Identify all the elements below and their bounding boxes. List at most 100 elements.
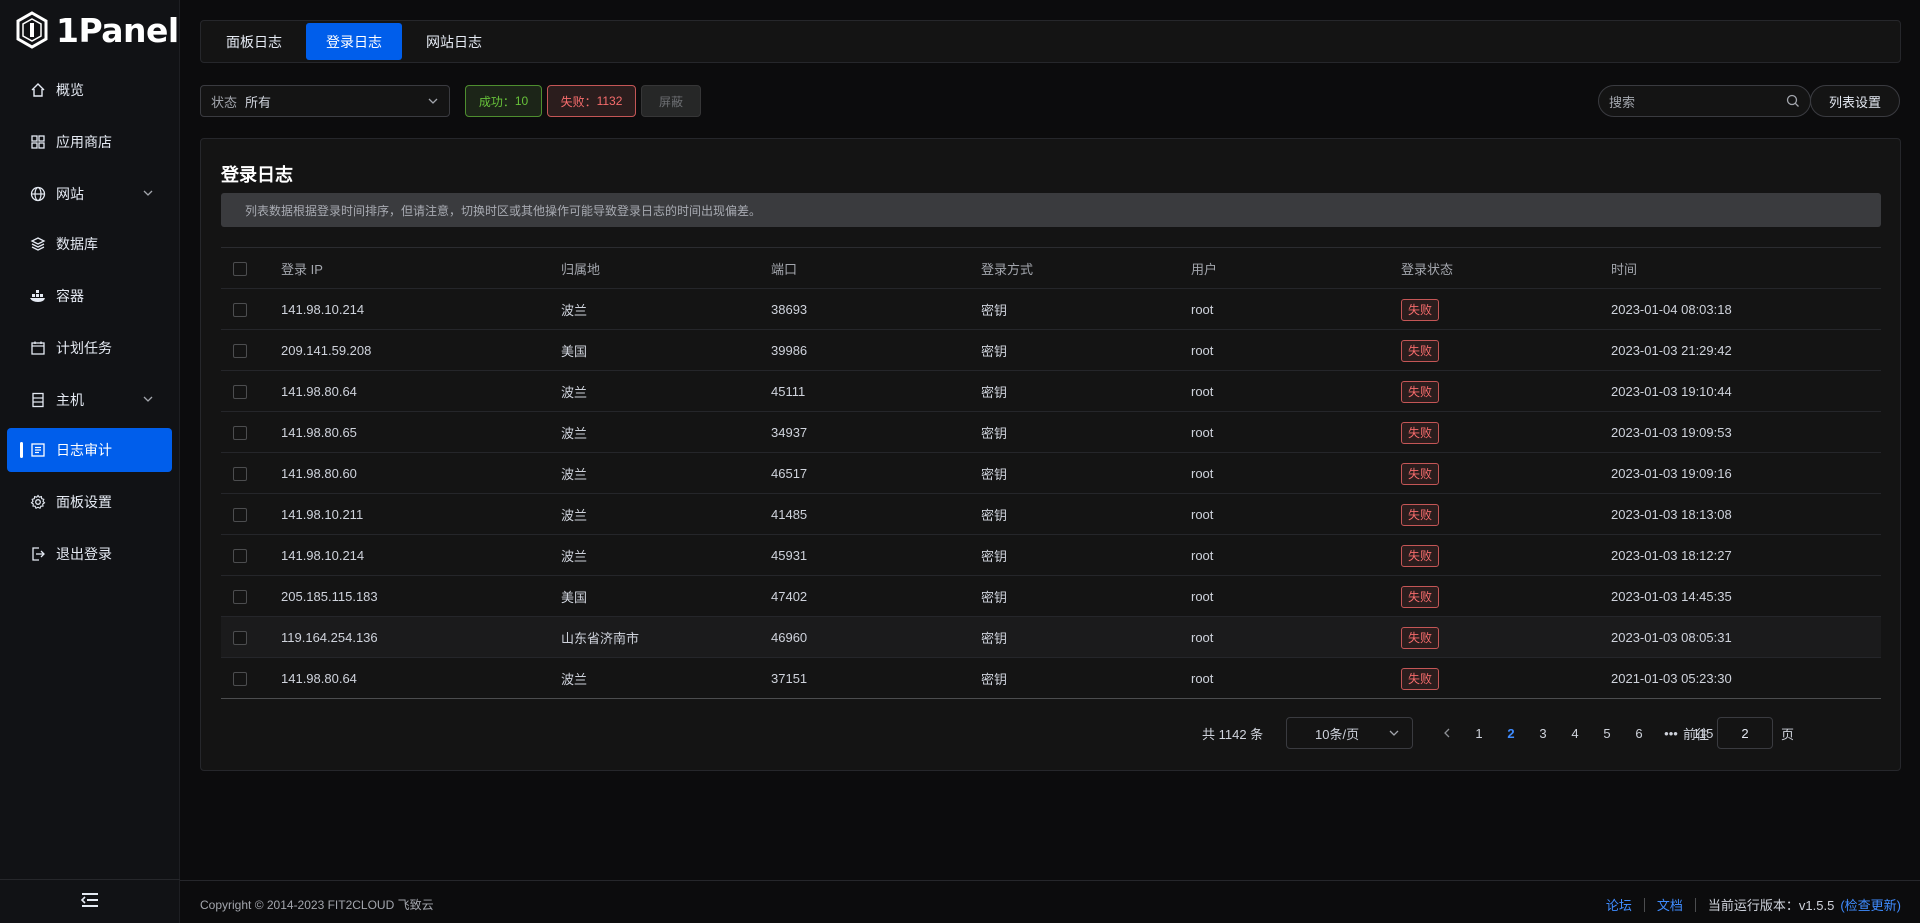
cell-status: 失败 bbox=[1401, 576, 1440, 617]
cell-user: root bbox=[1191, 466, 1214, 481]
column-header-method: 登录方式 bbox=[981, 262, 1034, 277]
row-checkbox[interactable] bbox=[233, 494, 247, 535]
sidebar-item-log-audit[interactable]: 日志审计 bbox=[7, 428, 172, 472]
column-settings-button[interactable]: 列表设置 bbox=[1810, 85, 1900, 117]
cell-status: 失败 bbox=[1401, 330, 1440, 371]
sidebar-item-label: 计划任务 bbox=[56, 340, 112, 356]
table-row: 141.98.80.64 波兰 45111 密钥 root 失败 2023-01… bbox=[221, 371, 1881, 412]
collapse-sidebar-button[interactable] bbox=[0, 879, 180, 923]
server-icon bbox=[29, 391, 47, 409]
sidebar-item-label: 退出登录 bbox=[56, 546, 112, 562]
page-number[interactable]: 1 bbox=[1463, 726, 1495, 741]
column-header-status: 登录状态 bbox=[1401, 262, 1454, 277]
page-number[interactable]: 3 bbox=[1527, 726, 1559, 741]
row-checkbox[interactable] bbox=[233, 453, 247, 494]
sidebar-item-database[interactable]: 数据库 bbox=[7, 222, 172, 266]
row-checkbox[interactable] bbox=[233, 330, 247, 371]
cell-user: root bbox=[1191, 548, 1214, 563]
sidebar-item-host[interactable]: 主机 bbox=[7, 378, 172, 422]
sidebar-item-website[interactable]: 网站 bbox=[7, 172, 172, 216]
status-badge: 失败 bbox=[1401, 585, 1440, 608]
cell-method: 密钥 bbox=[981, 590, 1008, 605]
hide-button[interactable]: 屏蔽 bbox=[641, 85, 701, 117]
cell-status: 失败 bbox=[1401, 453, 1440, 494]
tab-login-log[interactable]: 登录日志 bbox=[306, 23, 402, 60]
grid-icon bbox=[29, 133, 47, 151]
status-filter-label: 状态 bbox=[211, 94, 238, 110]
active-indicator bbox=[20, 442, 23, 458]
chevron-down-icon bbox=[142, 186, 154, 202]
cell-ip: 141.98.80.64 bbox=[281, 384, 357, 399]
row-checkbox[interactable] bbox=[233, 412, 247, 453]
table-row: 141.98.10.214 波兰 45931 密钥 root 失败 2023-0… bbox=[221, 535, 1881, 576]
column-header-ip: 登录 IP bbox=[281, 262, 323, 277]
select-all-checkbox[interactable] bbox=[233, 248, 247, 289]
logo[interactable]: 1Panel bbox=[14, 10, 179, 50]
cell-method: 密钥 bbox=[981, 631, 1008, 646]
page-number[interactable]: 5 bbox=[1591, 726, 1623, 741]
docs-link[interactable]: 文档 bbox=[1657, 895, 1683, 914]
fail-count: 1132 bbox=[596, 94, 623, 108]
sidebar-item-label: 日志审计 bbox=[56, 442, 112, 458]
cell-status: 失败 bbox=[1401, 289, 1440, 330]
sidebar-item-overview[interactable]: 概览 bbox=[7, 68, 172, 112]
sidebar-item-app-store[interactable]: 应用商店 bbox=[7, 120, 172, 164]
table-row: 205.185.115.183 美国 47402 密钥 root 失败 2023… bbox=[221, 576, 1881, 617]
cell-port: 46960 bbox=[771, 630, 808, 645]
column-header-location: 归属地 bbox=[561, 262, 601, 277]
page-size-select[interactable]: 10条/页 bbox=[1286, 717, 1413, 749]
cell-ip: 141.98.80.64 bbox=[281, 671, 357, 686]
row-checkbox[interactable] bbox=[233, 371, 247, 412]
sidebar-item-panel-settings[interactable]: 面板设置 bbox=[7, 480, 172, 524]
cell-ip: 141.98.10.214 bbox=[281, 302, 365, 317]
cell-status: 失败 bbox=[1401, 617, 1440, 658]
tab-website-log[interactable]: 网站日志 bbox=[406, 23, 502, 60]
cell-status: 失败 bbox=[1401, 658, 1440, 699]
search-input[interactable]: 搜索 bbox=[1598, 85, 1811, 117]
cell-user: root bbox=[1191, 671, 1214, 686]
check-update-link[interactable]: (检查更新) bbox=[1840, 895, 1901, 914]
log-icon bbox=[29, 441, 47, 459]
sidebar-item-logout[interactable]: 退出登录 bbox=[7, 532, 172, 576]
row-checkbox[interactable] bbox=[233, 535, 247, 576]
goto-page-input[interactable]: 2 bbox=[1717, 717, 1774, 749]
row-checkbox[interactable] bbox=[233, 617, 247, 658]
cell-status: 失败 bbox=[1401, 371, 1440, 412]
page-number[interactable]: 4 bbox=[1559, 726, 1591, 741]
cell-location: 波兰 bbox=[561, 549, 588, 564]
divider bbox=[1694, 897, 1696, 912]
logo-icon bbox=[14, 10, 50, 50]
page-number-current[interactable]: 2 bbox=[1495, 726, 1527, 741]
sidebar-item-cronjob[interactable]: 计划任务 bbox=[7, 326, 172, 370]
status-filter-select[interactable]: 状态 所有 bbox=[200, 85, 450, 117]
calendar-icon bbox=[29, 339, 47, 357]
cell-port: 39986 bbox=[771, 343, 808, 358]
cell-time: 2023-01-03 19:09:16 bbox=[1611, 466, 1732, 481]
sidebar-item-container[interactable]: 容器 bbox=[7, 274, 172, 318]
cell-location: 波兰 bbox=[561, 303, 588, 318]
row-checkbox[interactable] bbox=[233, 658, 247, 699]
cell-location: 波兰 bbox=[561, 385, 588, 400]
fail-count-button[interactable]: 失败： 1132 bbox=[547, 85, 636, 117]
footer: Copyright © 2014-2023 FIT2CLOUD 飞致云 论坛 文… bbox=[180, 880, 1920, 923]
cell-location: 波兰 bbox=[561, 426, 588, 441]
cell-time: 2023-01-03 18:12:27 bbox=[1611, 548, 1732, 563]
globe-icon bbox=[29, 185, 47, 203]
cell-user: root bbox=[1191, 425, 1214, 440]
cell-time: 2023-01-03 19:09:53 bbox=[1611, 425, 1732, 440]
cell-status: 失败 bbox=[1401, 494, 1440, 535]
row-checkbox[interactable] bbox=[233, 576, 247, 617]
search-icon[interactable] bbox=[1786, 94, 1800, 111]
prev-page-button[interactable] bbox=[1431, 726, 1463, 741]
status-badge: 失败 bbox=[1401, 421, 1440, 444]
row-checkbox[interactable] bbox=[233, 289, 247, 330]
tab-panel-log[interactable]: 面板日志 bbox=[206, 23, 302, 60]
success-count-button[interactable]: 成功： 10 bbox=[465, 85, 542, 117]
forum-link[interactable]: 论坛 bbox=[1606, 895, 1632, 914]
table-row: 141.98.80.60 波兰 46517 密钥 root 失败 2023-01… bbox=[221, 453, 1881, 494]
cell-ip: 119.164.254.136 bbox=[281, 630, 378, 645]
cell-method: 密钥 bbox=[981, 467, 1008, 482]
cell-ip: 209.141.59.208 bbox=[281, 343, 372, 358]
page-number[interactable]: 6 bbox=[1623, 726, 1655, 741]
cell-location: 波兰 bbox=[561, 467, 588, 482]
